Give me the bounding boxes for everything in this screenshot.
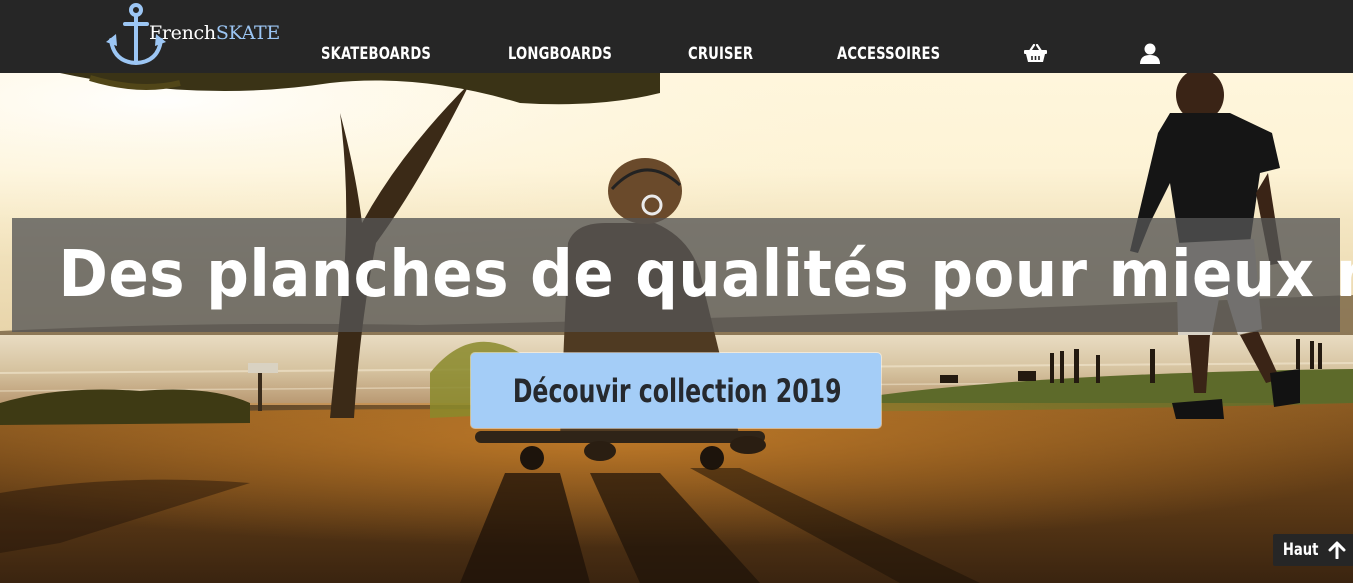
hero-headline: Des planches de qualités pour mieux ride… <box>58 238 1353 312</box>
hero-section: Des planches de qualités pour mieux ride… <box>0 73 1353 583</box>
brand-name-part2: SKATE <box>215 22 280 44</box>
top-navbar: FrenchSKATE SKATEBOARDS LONGBOARDS CRUIS… <box>0 0 1353 73</box>
nav-link-longboards[interactable]: LONGBOARDS <box>508 44 612 64</box>
account-button[interactable] <box>1140 43 1160 68</box>
hero-headline-band: Des planches de qualités pour mieux ride… <box>12 218 1353 332</box>
brand-name: FrenchSKATE <box>149 22 280 44</box>
nav-link-skateboards[interactable]: SKATEBOARDS <box>321 44 431 64</box>
brand-name-part1: French <box>149 22 216 44</box>
discover-collection-label: Découvir collection 2019 <box>512 372 842 410</box>
basket-icon <box>1024 43 1047 62</box>
brand-logo[interactable]: FrenchSKATE <box>106 2 280 68</box>
nav-link-accessoires[interactable]: ACCESSOIRES <box>837 44 940 64</box>
back-to-top-button[interactable]: Haut <box>1273 534 1353 566</box>
cart-button[interactable] <box>1024 43 1047 67</box>
discover-collection-button[interactable]: Découvir collection 2019 <box>471 353 881 428</box>
arrow-up-icon <box>1328 541 1346 559</box>
user-icon <box>1140 43 1160 64</box>
back-to-top-label: Haut <box>1283 540 1319 560</box>
nav-link-cruiser[interactable]: CRUISER <box>688 44 753 64</box>
